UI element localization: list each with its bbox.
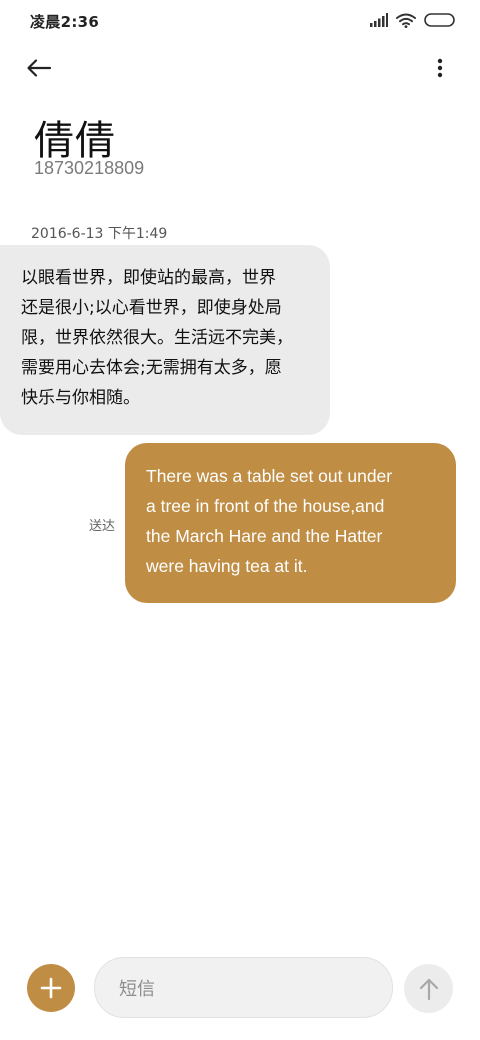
status-bar: 凌晨2:36: [0, 0, 480, 40]
message-input[interactable]: 短信: [94, 957, 393, 1018]
message-line: the March Hare and the Hatter: [146, 526, 383, 546]
message-line: 快乐与你相随。: [21, 388, 140, 408]
outgoing-message-bubble[interactable]: There was a table set out under a tree i…: [125, 443, 456, 603]
message-line: 还是很小;以心看世界，即使身处局: [21, 298, 282, 318]
wifi-icon: [396, 13, 416, 28]
message-line: There was a table set out under: [146, 466, 393, 486]
incoming-message-bubble[interactable]: 以眼看世界，即使站的最高，世界 还是很小;以心看世界，即使身处局 限，世界依然很…: [0, 245, 330, 435]
message-line: were having tea at it.: [146, 556, 308, 576]
delivery-status: 送达: [89, 519, 116, 534]
status-icons: [370, 10, 456, 30]
more-options-button[interactable]: [430, 52, 450, 84]
back-button[interactable]: [26, 52, 70, 84]
plus-icon: [40, 977, 62, 999]
composer-bar: 短信: [0, 950, 480, 1030]
arrow-up-icon: [419, 978, 438, 1000]
message-line: 需要用心去体会;无需拥有太多，愿: [21, 358, 282, 378]
message-line: a tree in front of the house,and: [146, 496, 385, 516]
back-arrow-icon: [27, 59, 52, 77]
top-bar: [0, 40, 480, 96]
contact-number: 18730218809: [34, 158, 145, 178]
battery-icon: [424, 13, 455, 27]
message-timestamp: 2016-6-13 下午1:49: [31, 226, 168, 242]
message-line: 以眼看世界，即使站的最高，世界: [21, 268, 276, 288]
message-line: 限，世界依然很大。生活远不完美，: [21, 328, 293, 348]
more-vertical-icon: [437, 58, 443, 78]
status-time: 凌晨2:36: [30, 13, 100, 31]
message-input-placeholder: 短信: [119, 978, 155, 1000]
signal-icon: [370, 13, 388, 27]
add-attachment-button[interactable]: [27, 964, 75, 1012]
send-button[interactable]: [404, 964, 453, 1013]
